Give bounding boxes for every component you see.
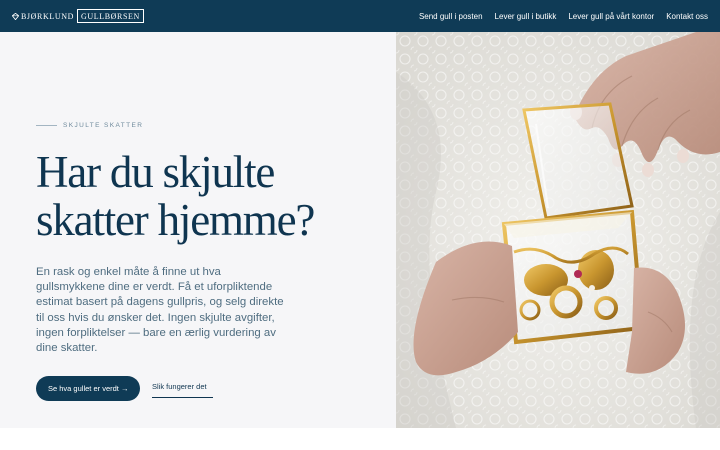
nav-link-send-by-post[interactable]: Send gull i posten [419,12,483,21]
diamond-icon [12,12,19,20]
brand-boxed-name: GULLBØRSEN [76,9,144,23]
how-it-works-link[interactable]: Slik fungerer det [152,382,213,398]
eyebrow-divider [36,125,57,126]
hero-photo [396,32,720,428]
jewelry-box-photo [396,32,720,428]
see-gold-value-button[interactable]: Se hva gullet er verdt → [36,376,141,401]
nav-link-contact[interactable]: Kontakt oss [666,12,708,21]
nav-link-deliver-at-office[interactable]: Lever gull på vårt kontor [568,12,654,21]
page-bottom-strip [0,428,720,450]
brand-logo[interactable]: BJØRKLUND GULLBØRSEN [12,9,144,23]
hero-text-panel: SKJULTE SKATTER Har du skjulte skatter h… [0,32,396,428]
eyebrow-label: SKJULTE SKATTER [63,122,144,129]
headline-line-2: skatter hjemme? [36,195,315,245]
eyebrow: SKJULTE SKATTER [36,122,143,129]
brand-name: BJØRKLUND [21,11,74,21]
headline-line-1: Har du skjulte [36,147,275,197]
nav-link-deliver-in-store[interactable]: Lever gull i butikk [495,12,557,21]
top-navigation-bar: BJØRKLUND GULLBØRSEN Send gull i posten … [0,0,720,32]
hero-lead-paragraph: En rask og enkel måte å finne ut hva gul… [36,266,284,355]
hero-headline: Har du skjulte skatter hjemme? [36,148,376,244]
main-nav: Send gull i posten Lever gull i butikk L… [407,12,708,21]
